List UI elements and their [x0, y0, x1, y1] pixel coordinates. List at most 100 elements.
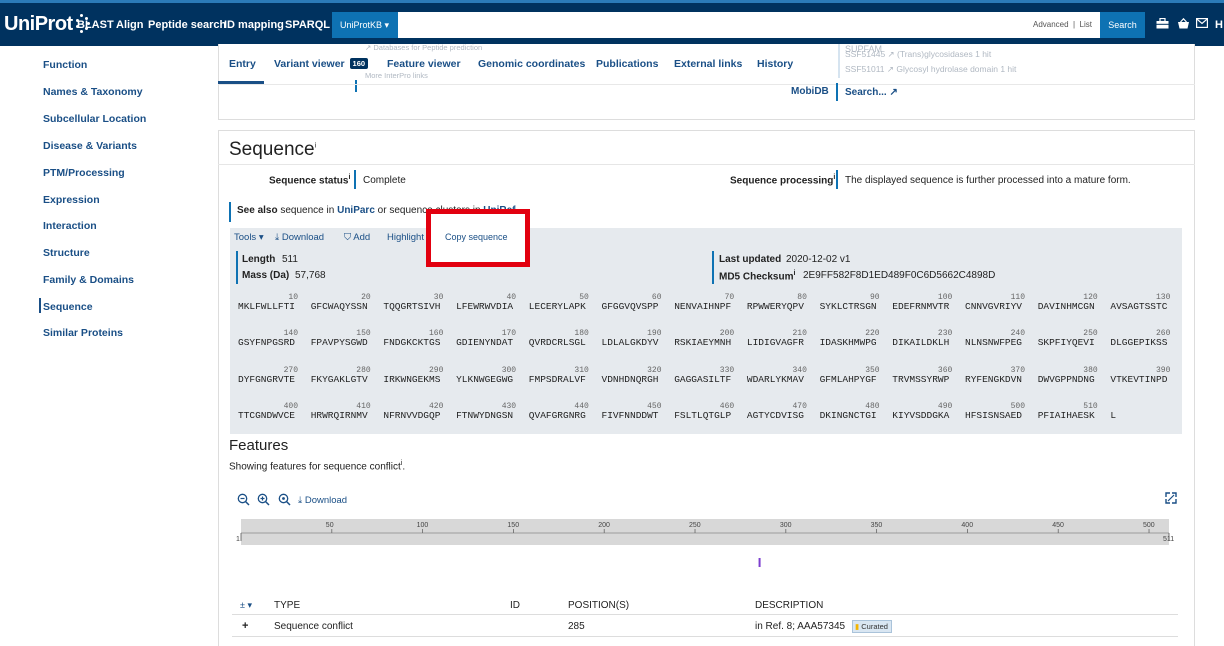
features-download-button[interactable]: ⤓ Download	[298, 495, 347, 506]
sequence-conflict-feature-mark[interactable]	[758, 558, 761, 567]
tab-publications[interactable]: Publications	[596, 58, 658, 70]
nav-align[interactable]: Align	[116, 19, 144, 31]
add-button[interactable]: ⛉ Add	[344, 232, 370, 243]
feature-track[interactable]	[236, 515, 1176, 575]
info-icon[interactable]: i	[348, 174, 350, 181]
table-row-divider	[232, 636, 1178, 637]
zoom-in-icon[interactable]	[257, 493, 270, 509]
zoom-out-icon[interactable]	[237, 493, 250, 509]
ruler-tick-label: 50	[325, 522, 334, 529]
mobidb-search-label: Search...	[845, 87, 887, 98]
ruler-tick-label: 500	[1143, 522, 1155, 529]
table-header-divider	[232, 614, 1178, 615]
copy-sequence-button[interactable]: Copy sequence	[445, 232, 508, 242]
zoom-reset-icon[interactable]	[278, 493, 291, 509]
fullscreen-icon[interactable]	[1165, 492, 1177, 507]
advanced-link[interactable]: Advanced	[1033, 20, 1069, 29]
mobidb-label: MobiDB	[791, 86, 829, 97]
tab-variant-viewer[interactable]: Variant viewer 160	[274, 58, 369, 70]
sidebar-item-expression[interactable]: Expression	[43, 194, 100, 206]
search-button[interactable]: Search	[1100, 12, 1145, 38]
nav-id-mapping[interactable]: ID mapping	[224, 19, 284, 31]
tools-dropdown[interactable]: Tools ▾	[234, 232, 264, 243]
info-icon[interactable]: i	[315, 143, 317, 150]
sidebar-item-function[interactable]: Function	[43, 59, 87, 71]
nav-peptide-search[interactable]: Peptide search	[148, 19, 226, 31]
ghost-peptide-db: ↗ Databases for Peptide prediction	[365, 43, 483, 52]
tab-entry[interactable]: Entry	[229, 58, 256, 70]
highlight-button[interactable]: Highlight	[387, 232, 424, 243]
see-also-text: sequence in	[280, 205, 335, 216]
sidebar-item-ptm-processing[interactable]: PTM/Processing	[43, 167, 125, 179]
sequence-chunk: TQQGRTSIVH	[383, 301, 441, 312]
sidebar-active-indicator	[39, 298, 41, 313]
sequence-processing-label-text: Sequence processing	[730, 175, 834, 187]
sequence-chunk: PFIAIHAESK	[1037, 410, 1095, 421]
md5-checksum-label-text: MD5 Checksum	[719, 271, 794, 283]
uniparc-link[interactable]: UniParc	[337, 205, 375, 216]
sequence-chunk: IRKWNGEKMS	[383, 374, 441, 385]
feature-description: in Ref. 8; AAA57345	[755, 621, 846, 632]
sequence-chunk: TRVMSSYRWP	[892, 374, 950, 385]
chevron-down-icon: ▾	[384, 20, 390, 30]
sequence-chunk: FMPSDRALVF	[528, 374, 586, 385]
toolbox-icon[interactable]	[1156, 17, 1169, 32]
last-updated-label: Last updated	[719, 254, 782, 265]
sequence-chunk: DKINGNCTGI	[819, 410, 877, 421]
tab-external-links[interactable]: External links	[674, 58, 742, 70]
sidebar-item-disease-variants[interactable]: Disease & Variants	[43, 140, 137, 152]
mail-icon[interactable]	[1196, 18, 1209, 31]
sequence-chunk: NLNSNWFPEG	[965, 337, 1023, 348]
sequence-chunk: FIVFNNDDWT	[601, 410, 659, 421]
mobidb-search-link[interactable]: Search... ↗	[845, 87, 898, 98]
help-menu[interactable]: H	[1215, 19, 1223, 31]
sidebar-item-structure[interactable]: Structure	[43, 247, 90, 259]
ruler-tick-label: 200	[598, 522, 610, 529]
sequence-chunk: DWVGPPNDNG	[1037, 374, 1095, 385]
ruler-tick-label: 350	[870, 522, 883, 529]
sequence-chunk: LFEWRWVDIA	[456, 301, 514, 312]
ruler-tick-label: 100	[416, 522, 429, 529]
info-icon[interactable]: i	[401, 460, 403, 467]
sequence-chunk: IDASKHMWPG	[819, 337, 877, 348]
features-subtitle: Showing features for sequence conflicti.	[229, 460, 406, 473]
sidebar-item-family-domains[interactable]: Family & Domains	[43, 274, 134, 286]
sequence-chunk: QVAFGRGNRG	[528, 410, 586, 421]
basket-icon: ⛉	[344, 232, 352, 243]
expand-all-toggle[interactable]: ± ▾	[240, 600, 252, 611]
search-input[interactable]: Advanced | List	[398, 12, 1100, 38]
sidebar-item-subcellular-location[interactable]: Subcellular Location	[43, 113, 146, 125]
variant-count-badge: 160	[349, 58, 369, 69]
nav-blast[interactable]: BLAST	[77, 19, 114, 31]
download-button[interactable]: ⤓ Download	[275, 232, 324, 243]
download-icon: ⤓	[298, 495, 303, 506]
nav-sparql[interactable]: SPARQL	[285, 19, 330, 31]
navigation-ruler[interactable]	[241, 519, 1169, 545]
sidebar-item-similar-proteins[interactable]: Similar Proteins	[43, 327, 123, 339]
sequence-chunk: YLKNWGEGWG	[456, 374, 514, 385]
info-icon[interactable]: i	[793, 270, 795, 277]
column-header-positions: POSITION(S)	[568, 600, 630, 611]
ruler-tick-label: 150	[507, 522, 520, 529]
bookmark-icon: ▮	[855, 622, 860, 631]
tab-divider	[218, 84, 1195, 85]
sidebar-item-interaction[interactable]: Interaction	[43, 220, 97, 232]
sequence-chunk: DYFGNGRVTE	[238, 374, 296, 385]
expand-row-icon[interactable]: +	[242, 620, 248, 632]
sidebar-item-names-taxonomy[interactable]: Names & Taxonomy	[43, 86, 143, 98]
sequence-chunk: AVSAGTSSTC	[1110, 301, 1168, 312]
sequence-chunk: RYFENGKDVN	[965, 374, 1023, 385]
database-select[interactable]: UniProtKB ▾	[332, 12, 398, 38]
download-label: Download	[281, 232, 325, 243]
list-link[interactable]: List	[1080, 20, 1092, 29]
features-title: Features	[229, 437, 289, 454]
tab-feature-viewer[interactable]: Feature viewer	[387, 58, 461, 70]
basket-icon[interactable]	[1177, 17, 1190, 32]
sequence-chunk: L	[1110, 410, 1117, 421]
tab-history[interactable]: History	[757, 58, 793, 70]
sidebar-item-sequence[interactable]: Sequence	[43, 301, 93, 313]
sequence-chunk: WDARLYKMAV	[746, 374, 804, 385]
mobidb-divider	[836, 83, 838, 101]
tab-genomic-coordinates[interactable]: Genomic coordinates	[478, 58, 585, 70]
feature-type: Sequence conflict	[274, 621, 353, 632]
